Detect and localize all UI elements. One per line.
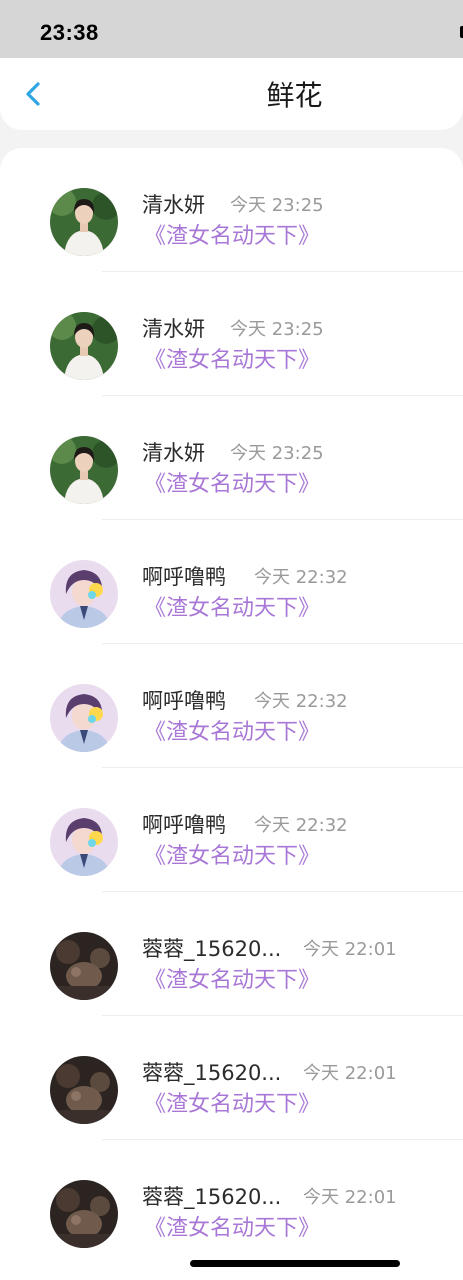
book-link[interactable]: 《渣女名动天下》 [144, 843, 320, 871]
list-item[interactable]: 蓉蓉_15620... 今天 22:01 《渣女名动天下》 [0, 1016, 463, 1140]
user-name[interactable]: 蓉蓉_15620... [142, 1060, 281, 1086]
list-item[interactable]: 啊呼噜鸭 今天 22:32 《渣女名动天下》 [0, 768, 463, 892]
list-item[interactable]: 清水妍 今天 23:25 《渣女名动天下》 [0, 396, 463, 520]
user-name[interactable]: 啊呼噜鸭 [142, 688, 226, 714]
book-link[interactable]: 《渣女名动天下》 [144, 967, 320, 995]
timestamp: 今天 23:25 [230, 195, 324, 216]
avatar[interactable] [50, 560, 118, 628]
book-link[interactable]: 《渣女名动天下》 [144, 471, 320, 499]
timestamp: 今天 23:25 [230, 319, 324, 340]
book-link[interactable]: 《渣女名动天下》 [144, 223, 320, 251]
timestamp: 今天 22:01 [303, 1187, 397, 1208]
user-name[interactable]: 清水妍 [142, 440, 205, 466]
avatar[interactable] [50, 684, 118, 752]
list-item[interactable]: 清水妍 今天 23:25 《渣女名动天下》 [0, 148, 463, 272]
avatar[interactable] [50, 188, 118, 256]
avatar[interactable] [50, 932, 118, 1000]
avatar[interactable] [50, 312, 118, 380]
avatar[interactable] [50, 1180, 118, 1248]
user-name[interactable]: 啊呼噜鸭 [142, 812, 226, 838]
list-item[interactable]: 蓉蓉_15620... 今天 22:01 《渣女名动天下》 [0, 1140, 463, 1264]
book-link[interactable]: 《渣女名动天下》 [144, 719, 320, 747]
timestamp: 今天 22:32 [254, 567, 348, 588]
user-name[interactable]: 清水妍 [142, 316, 205, 342]
avatar[interactable] [50, 1056, 118, 1124]
avatar[interactable] [50, 808, 118, 876]
list-item[interactable]: 清水妍 今天 23:25 《渣女名动天下》 [0, 272, 463, 396]
timestamp: 今天 22:01 [303, 939, 397, 960]
timestamp: 今天 22:32 [254, 815, 348, 836]
home-indicator[interactable] [190, 1260, 400, 1267]
user-name[interactable]: 蓉蓉_15620... [142, 1184, 281, 1210]
timestamp: 今天 22:01 [303, 1063, 397, 1084]
timestamp: 今天 23:25 [230, 443, 324, 464]
book-link[interactable]: 《渣女名动天下》 [144, 1091, 320, 1119]
book-link[interactable]: 《渣女名动天下》 [144, 1215, 320, 1243]
user-name[interactable]: 啊呼噜鸭 [142, 564, 226, 590]
nav-bar: 鲜花 [0, 58, 463, 130]
book-link[interactable]: 《渣女名动天下》 [144, 595, 320, 623]
avatar[interactable] [50, 436, 118, 504]
user-name[interactable]: 蓉蓉_15620... [142, 936, 281, 962]
status-bar: 23:38 [0, 0, 463, 58]
user-name[interactable]: 清水妍 [142, 192, 205, 218]
book-link[interactable]: 《渣女名动天下》 [144, 347, 320, 375]
timestamp: 今天 22:32 [254, 691, 348, 712]
list-item[interactable]: 啊呼噜鸭 今天 22:32 《渣女名动天下》 [0, 644, 463, 768]
list-item[interactable]: 蓉蓉_15620... 今天 22:01 《渣女名动天下》 [0, 892, 463, 1016]
gift-list: 清水妍 今天 23:25 《渣女名动天下》 清水妍 今天 23:25 《渣女名动… [0, 148, 463, 1280]
page-title: 鲜花 [266, 79, 323, 112]
status-time: 23:38 [40, 20, 99, 45]
list-item[interactable]: 啊呼噜鸭 今天 22:32 《渣女名动天下》 [0, 520, 463, 644]
